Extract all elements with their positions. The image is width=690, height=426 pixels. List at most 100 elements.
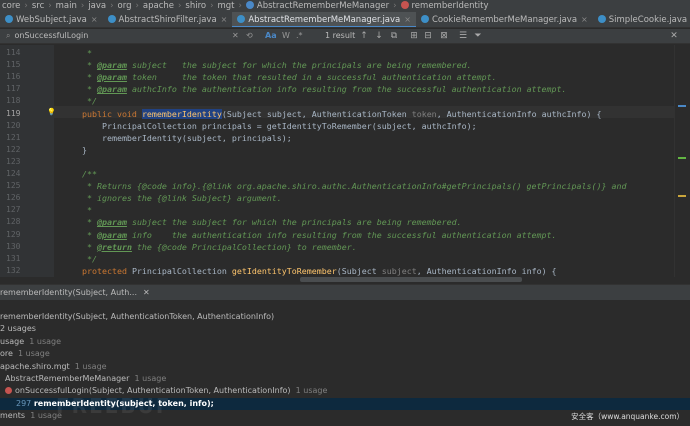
tab-label: CookieRememberMeManager.java <box>431 15 578 25</box>
breadcrumb-item[interactable]: apache <box>143 1 174 11</box>
regex-toggle[interactable]: .* <box>296 30 303 42</box>
breadcrumb-item[interactable]: shiro <box>185 1 206 11</box>
code-line[interactable]: * @param token the token that resulted i… <box>62 71 497 83</box>
breadcrumb-item[interactable]: src <box>32 1 44 11</box>
hierarchy-tab[interactable]: rememberIdentity(Subject, Auth... ✕ <box>0 285 690 300</box>
editor-tab[interactable]: WebSubject.java × <box>0 12 103 27</box>
editor-tab[interactable]: CookieRememberMeManager.java × <box>416 12 593 27</box>
code-line[interactable]: * <box>62 47 92 59</box>
code-token: public void <box>62 108 142 119</box>
breadcrumb-separator: › <box>80 1 85 11</box>
hierarchy-row[interactable]: usage 1 usage <box>0 336 690 348</box>
filter-options-icon[interactable]: ☰ <box>457 29 469 43</box>
stripe-marker[interactable] <box>678 195 686 197</box>
hierarchy-label: ore <box>0 349 13 359</box>
error-stripe[interactable] <box>674 45 690 277</box>
usage-count: 1 usage <box>18 349 50 359</box>
horizontal-scrollbar[interactable] <box>300 277 522 282</box>
code-line[interactable]: rememberIdentity(subject, principals); <box>62 132 292 144</box>
breadcrumb-item[interactable]: mgt <box>218 1 235 11</box>
hierarchy-row[interactable]: AbstractRememberMeManager 1 usage <box>0 373 690 385</box>
hierarchy-label: 2 usages <box>0 324 36 334</box>
hierarchy-row[interactable]: 2 usages <box>0 323 690 335</box>
breadcrumb-item[interactable]: AbstractRememberMeManager <box>257 1 389 11</box>
close-tab-icon[interactable]: × <box>404 15 411 24</box>
breadcrumb-item[interactable]: core <box>2 1 20 11</box>
breadcrumb-item[interactable]: rememberIdentity <box>412 1 489 11</box>
class-icon <box>245 1 254 9</box>
close-tab-icon[interactable]: × <box>221 15 228 24</box>
next-occurrence-icon[interactable]: ↓ <box>373 29 385 43</box>
watermark: FREEBUF <box>56 394 172 418</box>
remove-selection-icon[interactable]: ⊟ <box>422 29 434 43</box>
code-line[interactable]: */ <box>62 253 97 265</box>
java-class-icon <box>107 15 116 23</box>
editor-tab[interactable]: SimpleCookie.java× <box>593 12 690 27</box>
breadcrumb-separator: › <box>110 1 114 11</box>
breadcrumb-separator: › <box>24 1 28 11</box>
search-input[interactable]: ⌕ onSuccessfulLogin <box>6 30 244 42</box>
close-tab-icon[interactable]: × <box>91 15 98 24</box>
stripe-marker[interactable] <box>678 157 686 159</box>
code-token: * ignores the {@link Subject} argument. <box>62 193 282 204</box>
line-number-gutter: 114 115 116 117 118 119 120 121 122 123 124 125 126 1… <box>0 45 56 277</box>
code-line[interactable]: PrincipalCollection principals = getIden… <box>62 120 477 132</box>
code-line[interactable]: * @param subject the subject for which t… <box>62 216 462 228</box>
code-line[interactable]: * @param subject the subject for which t… <box>62 59 472 71</box>
line-number: 132 <box>6 265 21 275</box>
editor-tab[interactable]: AbstractShiroFilter.java × <box>103 12 233 27</box>
line-number: 119 <box>6 108 21 118</box>
select-all-occurrences-icon[interactable]: ⊠ <box>438 29 450 43</box>
line-number: 125 <box>6 181 21 191</box>
add-selection-icon[interactable]: ⊞ <box>408 29 420 43</box>
code-line[interactable]: protected PrincipalCollection getIdentit… <box>62 265 557 277</box>
close-tab-icon[interactable]: ✕ <box>143 288 150 297</box>
filter-icon[interactable]: ⏷ <box>472 29 484 43</box>
breadcrumb-item[interactable]: org <box>118 1 132 11</box>
search-history-icon[interactable]: ⟲ <box>246 30 253 42</box>
close-search-icon[interactable]: ✕ <box>668 29 680 43</box>
code-line[interactable]: * <box>62 204 92 216</box>
code-line[interactable]: public void rememberIdentity(Subject sub… <box>62 108 602 120</box>
code-token: } <box>62 144 87 155</box>
tab-label: WebSubject.java <box>16 15 87 25</box>
code-line[interactable]: } <box>62 144 87 156</box>
code-token: * Returns {@code info}.{@link org.apache… <box>62 181 627 192</box>
breadcrumb-separator: › <box>238 1 242 11</box>
clear-search-icon[interactable]: ✕ <box>232 30 239 42</box>
close-tab-icon[interactable]: × <box>581 15 588 24</box>
editor-tab[interactable]: AbstractRememberMeManager.java × <box>232 12 416 27</box>
java-class-icon <box>597 15 606 23</box>
find-all-icon[interactable]: ⧉ <box>388 29 400 43</box>
code-line[interactable]: * @param info the authentication info re… <box>62 229 557 241</box>
code-line[interactable]: * @return the {@code PrincipalCollection… <box>62 241 357 253</box>
code-line[interactable]: * Returns {@code info}.{@link org.apache… <box>62 180 626 192</box>
words-toggle[interactable]: W <box>282 30 290 42</box>
code-token: @param <box>96 84 127 95</box>
previous-occurrence-icon[interactable]: ↑ <box>358 29 370 43</box>
breadcrumb-item[interactable]: java <box>88 1 106 11</box>
code-token: info the authentication info resulting f… <box>126 229 557 240</box>
tab-label: AbstractShiroFilter.java <box>118 15 217 25</box>
code-line[interactable]: */ <box>62 95 97 107</box>
code-token: * <box>62 72 97 83</box>
hierarchy-row[interactable]: apache.shiro.mgt 1 usage <box>0 361 690 373</box>
stripe-marker[interactable] <box>678 105 686 107</box>
match-case-toggle[interactable]: Aa <box>265 30 277 42</box>
usage-count: 1 usage <box>134 374 167 383</box>
search-bar: ⌕ onSuccessfulLogin ✕ ⟲ Aa W .* 1 result … <box>0 29 690 44</box>
code-line[interactable]: * @param authcInfo the authentication in… <box>62 83 567 95</box>
tab-label: SimpleCookie.java <box>608 15 688 25</box>
breadcrumb-item[interactable]: main <box>56 1 77 11</box>
hierarchy-row[interactable]: rememberIdentity(Subject, Authentication… <box>0 311 690 323</box>
usage-count: 1 usage <box>295 386 328 396</box>
code-token: */ <box>62 253 97 264</box>
code-token: */ <box>62 96 97 107</box>
code-line[interactable]: /** <box>62 168 97 180</box>
code-line[interactable]: * ignores the {@link Subject} argument. <box>62 192 282 204</box>
code-editor[interactable]: * * @param subject the subject for which… <box>54 45 674 277</box>
usage-count: 1 usage <box>29 336 62 346</box>
code-token: * <box>62 205 92 216</box>
hierarchy-row[interactable]: ore 1 usage <box>0 348 690 360</box>
code-token: @param <box>96 217 127 228</box>
